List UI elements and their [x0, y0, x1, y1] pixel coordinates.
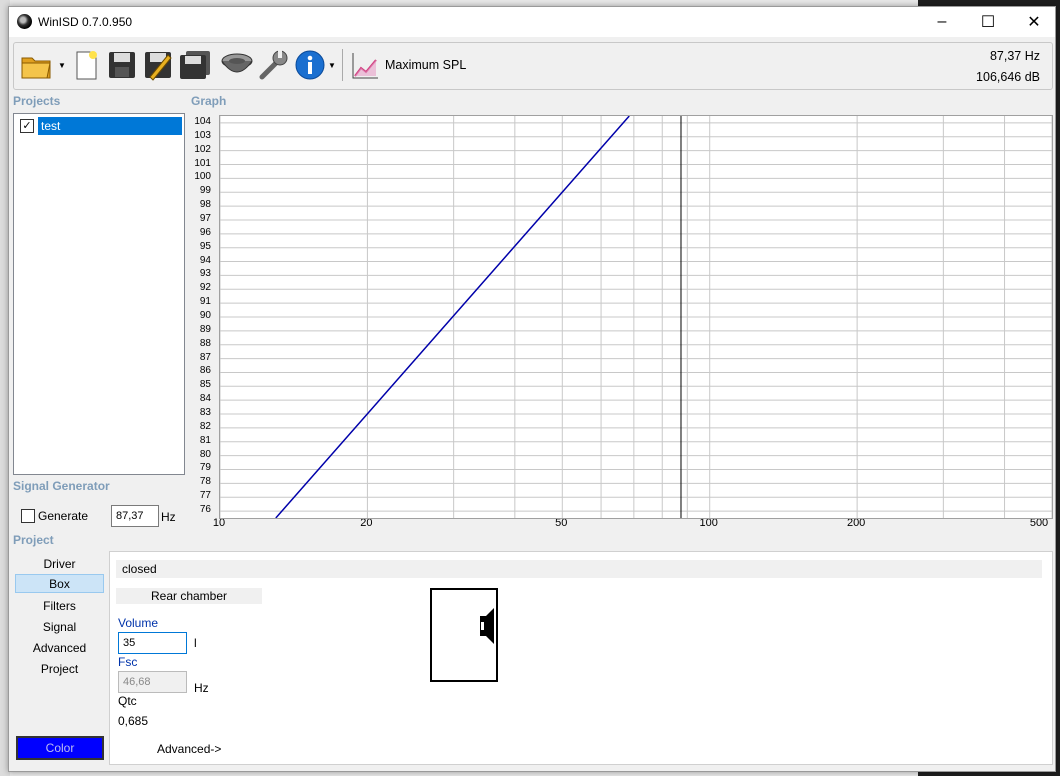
y-tick-label: 100	[194, 171, 211, 183]
advanced-button[interactable]: Advanced->	[157, 742, 221, 756]
save-as-icon[interactable]	[142, 49, 174, 81]
signal-generator-heading: Signal Generator	[13, 479, 110, 493]
generator-frequency-unit: Hz	[161, 510, 176, 524]
y-tick-label: 83	[199, 407, 211, 419]
project-heading: Project	[13, 533, 54, 547]
y-tick-label: 98	[199, 199, 211, 211]
y-tick-label: 80	[199, 448, 211, 460]
fsc-input	[118, 671, 187, 693]
open-dropdown-chevron-icon[interactable]: ▼	[58, 61, 66, 70]
driver-in-box-icon	[480, 608, 494, 644]
y-tick-label: 94	[199, 254, 211, 266]
qtc-label: Qtc	[118, 694, 137, 708]
fsc-label: Fsc	[118, 655, 138, 669]
projects-list[interactable]: ✓ test	[13, 113, 185, 475]
y-tick-label: 91	[199, 296, 211, 308]
generate-label: Generate	[38, 509, 89, 523]
y-tick-label: 85	[199, 379, 211, 391]
nav-advanced[interactable]: Advanced	[15, 639, 104, 658]
app-speaker-icon	[17, 14, 32, 29]
winisd-window: WinISD 0.7.0.950 – ☐ ✕ ▼ ▼ Maximum SPL 8…	[8, 6, 1056, 772]
cursor-frequency-readout: 87,37 Hz	[989, 49, 1040, 63]
y-tick-label: 92	[199, 282, 211, 294]
nav-signal[interactable]: Signal	[15, 618, 104, 637]
y-tick-label: 96	[199, 226, 211, 238]
box-panel: closed Rear chamber Volume l Fsc Hz Qtc …	[109, 551, 1053, 765]
save-icon[interactable]	[106, 49, 138, 81]
y-tick-label: 89	[199, 323, 211, 335]
volume-label: Volume	[118, 616, 159, 630]
project-item[interactable]: ✓ test	[18, 117, 182, 135]
fsc-unit: Hz	[194, 681, 209, 695]
spl-chart[interactable]	[219, 115, 1053, 519]
box-type-selector[interactable]: closed	[116, 560, 1042, 578]
nav-driver[interactable]: Driver	[15, 555, 104, 574]
window-title: WinISD 0.7.0.950	[38, 15, 133, 29]
toolbar: ▼ ▼ Maximum SPL 87,37 Hz 106,646 dB	[13, 42, 1053, 90]
closed-box-diagram	[430, 588, 498, 682]
info-dropdown-chevron-icon[interactable]: ▼	[328, 61, 336, 70]
generate-checkbox[interactable]	[21, 509, 35, 523]
color-button[interactable]: Color	[16, 736, 104, 760]
toolbar-separator	[342, 49, 343, 81]
driver-speaker-icon[interactable]	[220, 49, 254, 81]
y-tick-label: 99	[199, 185, 211, 197]
title-bar: WinISD 0.7.0.950 – ☐ ✕	[9, 7, 1055, 37]
y-tick-label: 93	[199, 268, 211, 280]
y-tick-label: 77	[199, 490, 211, 502]
y-tick-label: 87	[199, 351, 211, 363]
y-tick-label: 79	[199, 462, 211, 474]
new-project-icon[interactable]	[72, 49, 100, 81]
generator-frequency-input[interactable]	[111, 505, 159, 527]
wrench-tools-icon[interactable]	[258, 49, 290, 81]
open-folder-icon[interactable]	[20, 49, 54, 81]
y-tick-label: 84	[199, 393, 211, 405]
y-tick-label: 103	[194, 129, 211, 141]
y-tick-label: 81	[199, 434, 211, 446]
cursor-level-readout: 106,646 dB	[976, 70, 1040, 84]
y-tick-label: 86	[199, 365, 211, 377]
maximize-button[interactable]: ☐	[965, 7, 1011, 37]
y-tick-label: 90	[199, 310, 211, 321]
project-visible-checkbox[interactable]: ✓	[20, 119, 34, 133]
y-tick-label: 101	[194, 157, 211, 169]
nav-project[interactable]: Project	[15, 660, 104, 679]
projects-heading: Projects	[13, 94, 61, 108]
qtc-value: 0,685	[118, 714, 149, 728]
nav-filters[interactable]: Filters	[15, 597, 104, 616]
y-tick-label: 97	[199, 212, 211, 224]
rear-chamber-tab[interactable]: Rear chamber	[116, 588, 262, 604]
volume-input[interactable]	[118, 632, 187, 654]
graph-type-label[interactable]: Maximum SPL	[385, 58, 466, 72]
graph-area[interactable]	[219, 115, 1053, 519]
nav-box[interactable]: Box	[15, 574, 104, 593]
info-icon[interactable]	[294, 49, 326, 81]
y-tick-label: 82	[199, 420, 211, 432]
y-tick-label: 95	[199, 240, 211, 252]
minimize-button[interactable]: –	[919, 7, 965, 37]
close-button[interactable]: ✕	[1011, 7, 1055, 37]
project-name[interactable]: test	[38, 117, 182, 135]
graph-type-icon[interactable]	[350, 49, 380, 81]
volume-unit: l	[194, 636, 197, 650]
y-tick-label: 104	[194, 115, 211, 127]
y-tick-label: 88	[199, 337, 211, 349]
save-all-icon[interactable]	[178, 49, 212, 81]
y-tick-label: 78	[199, 476, 211, 488]
y-tick-label: 102	[194, 143, 211, 155]
graph-heading: Graph	[191, 94, 227, 108]
signal-generator-row: Generate Hz	[17, 505, 187, 527]
